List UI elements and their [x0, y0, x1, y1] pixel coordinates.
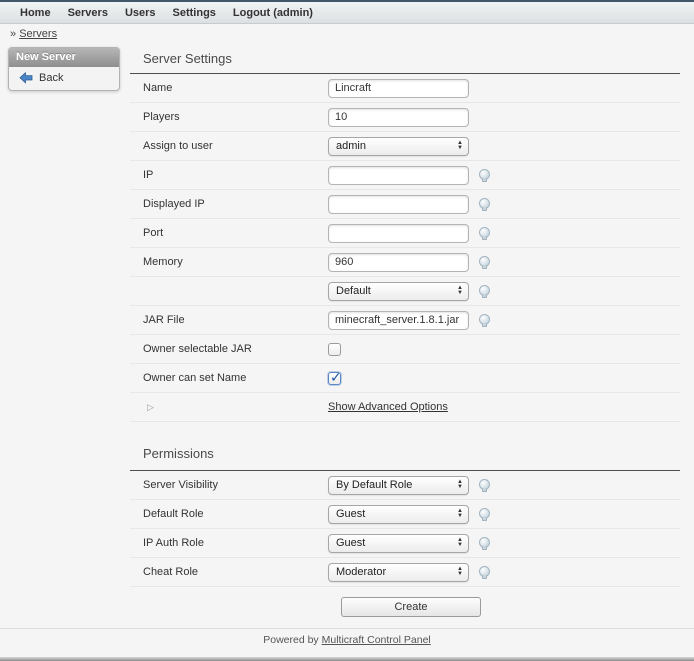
footer: Powered by Multicraft Control Panel	[0, 634, 694, 646]
port-input[interactable]	[328, 224, 469, 243]
owner-selectable-jar-label: Owner selectable JAR	[130, 343, 328, 355]
ip-auth-role-value: Guest	[336, 537, 365, 549]
create-button-row: Create	[130, 587, 680, 623]
row-owner-can-set-name: Owner can set Name	[130, 364, 680, 393]
row-owner-selectable-jar: Owner selectable JAR	[130, 335, 680, 364]
select-arrows-icon: ▲▼	[457, 538, 463, 548]
advanced-collapse-triangle-icon[interactable]: ▷	[130, 402, 328, 413]
main-nav: Home Servers Users Settings Logout (admi…	[0, 2, 694, 24]
select-arrows-icon: ▲▼	[457, 286, 463, 296]
default-role-value: Guest	[336, 508, 365, 520]
displayed-ip-help-icon[interactable]	[477, 198, 491, 211]
select-arrows-icon: ▲▼	[457, 141, 463, 151]
nav-home[interactable]: Home	[20, 7, 51, 19]
ip-input[interactable]	[328, 166, 469, 185]
memory-label: Memory	[130, 256, 328, 268]
main-content: Server Settings Name Players Assign to u…	[130, 45, 680, 623]
select-arrows-icon: ▲▼	[457, 509, 463, 519]
ip-label: IP	[130, 169, 328, 181]
breadcrumb-marker: »	[10, 28, 16, 40]
server-visibility-value: By Default Role	[336, 479, 412, 491]
assign-to-user-select[interactable]: admin ▲▼	[328, 137, 469, 156]
cheat-role-help-icon[interactable]	[477, 566, 491, 579]
assign-to-user-value: admin	[336, 140, 366, 152]
show-advanced-options-link[interactable]: Show Advanced Options	[328, 401, 448, 413]
nav-logout[interactable]: Logout (admin)	[233, 7, 313, 19]
row-jar-preset: Default ▲▼	[130, 277, 680, 306]
select-arrows-icon: ▲▼	[457, 480, 463, 490]
port-help-icon[interactable]	[477, 227, 491, 240]
select-arrows-icon: ▲▼	[457, 567, 463, 577]
owner-can-set-name-checkbox[interactable]	[328, 372, 341, 385]
server-visibility-help-icon[interactable]	[477, 479, 491, 492]
displayed-ip-label: Displayed IP	[130, 198, 328, 210]
row-server-visibility: Server Visibility By Default Role ▲▼	[130, 471, 680, 500]
row-displayed-ip: Displayed IP	[130, 190, 680, 219]
ip-auth-role-label: IP Auth Role	[130, 537, 328, 549]
ip-help-icon[interactable]	[477, 169, 491, 182]
name-input[interactable]	[328, 79, 469, 98]
window-bottom-edge	[0, 657, 694, 661]
multicraft-link[interactable]: Multicraft Control Panel	[322, 634, 431, 646]
cheat-role-select[interactable]: Moderator ▲▼	[328, 563, 469, 582]
jar-file-label: JAR File	[130, 314, 328, 326]
players-label: Players	[130, 111, 328, 123]
row-ip: IP	[130, 161, 680, 190]
jar-preset-select[interactable]: Default ▲▼	[328, 282, 469, 301]
owner-can-set-name-label: Owner can set Name	[130, 372, 328, 384]
footer-text: Powered by	[263, 634, 321, 646]
name-label: Name	[130, 82, 328, 94]
back-arrow-icon	[19, 72, 33, 84]
ip-auth-role-select[interactable]: Guest ▲▼	[328, 534, 469, 553]
port-label: Port	[130, 227, 328, 239]
server-visibility-label: Server Visibility	[130, 479, 328, 491]
row-port: Port	[130, 219, 680, 248]
back-button[interactable]: Back	[9, 67, 119, 90]
row-players: Players	[130, 103, 680, 132]
jar-file-help-icon[interactable]	[477, 314, 491, 327]
cheat-role-value: Moderator	[336, 566, 386, 578]
nav-servers[interactable]: Servers	[68, 7, 108, 19]
row-ip-auth-role: IP Auth Role Guest ▲▼	[130, 529, 680, 558]
cheat-role-label: Cheat Role	[130, 566, 328, 578]
back-label: Back	[39, 72, 63, 84]
default-role-help-icon[interactable]	[477, 508, 491, 521]
memory-help-icon[interactable]	[477, 256, 491, 269]
row-assign-to-user: Assign to user admin ▲▼	[130, 132, 680, 161]
footer-divider	[0, 628, 694, 629]
create-button[interactable]: Create	[341, 597, 481, 617]
sidebar: New Server Back	[8, 47, 120, 91]
row-advanced-options: ▷ Show Advanced Options	[130, 393, 680, 422]
displayed-ip-input[interactable]	[328, 195, 469, 214]
ip-auth-role-help-icon[interactable]	[477, 537, 491, 550]
jar-preset-help-icon[interactable]	[477, 285, 491, 298]
breadcrumb: » Servers	[10, 28, 57, 40]
row-default-role: Default Role Guest ▲▼	[130, 500, 680, 529]
players-input[interactable]	[328, 108, 469, 127]
permissions-title: Permissions	[130, 422, 680, 470]
jar-preset-value: Default	[336, 285, 371, 297]
row-memory: Memory	[130, 248, 680, 277]
memory-input[interactable]	[328, 253, 469, 272]
nav-users[interactable]: Users	[125, 7, 156, 19]
owner-selectable-jar-checkbox[interactable]	[328, 343, 341, 356]
assign-to-user-label: Assign to user	[130, 140, 328, 152]
breadcrumb-servers-link[interactable]: Servers	[19, 28, 57, 40]
row-cheat-role: Cheat Role Moderator ▲▼	[130, 558, 680, 587]
default-role-label: Default Role	[130, 508, 328, 520]
server-settings-title: Server Settings	[130, 45, 680, 73]
sidebar-title: New Server	[9, 48, 119, 67]
nav-settings[interactable]: Settings	[173, 7, 216, 19]
row-name: Name	[130, 74, 680, 103]
server-visibility-select[interactable]: By Default Role ▲▼	[328, 476, 469, 495]
jar-file-input[interactable]	[328, 311, 469, 330]
default-role-select[interactable]: Guest ▲▼	[328, 505, 469, 524]
row-jar-file: JAR File	[130, 306, 680, 335]
